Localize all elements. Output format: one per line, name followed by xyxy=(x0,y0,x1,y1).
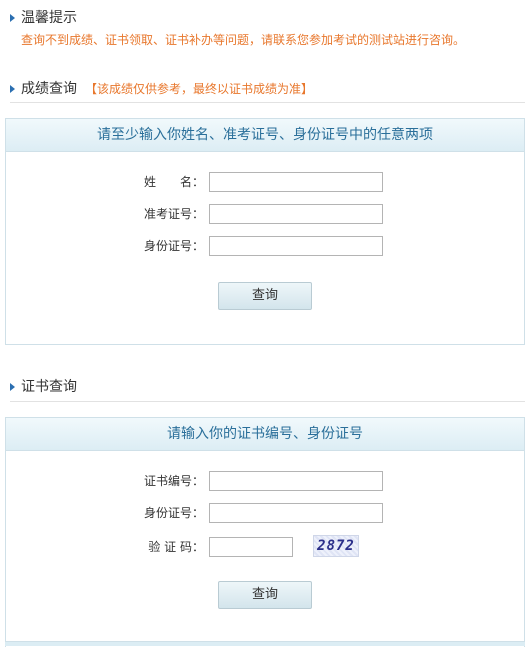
captcha-input[interactable] xyxy=(209,537,293,557)
cert-query-panel-header: 请输入你的证书编号、身份证号 xyxy=(6,418,524,451)
exam-number-input[interactable] xyxy=(209,204,383,224)
score-query-title: 成绩查询 【该成绩仅供参考，最终以证书成绩为准】 xyxy=(10,80,313,98)
name-input[interactable] xyxy=(209,172,383,192)
id-number-input[interactable] xyxy=(209,236,383,256)
name-label: 姓 名： xyxy=(144,175,205,189)
cert-query-title: 证书查询 xyxy=(10,378,77,396)
score-query-title-text: 成绩查询 xyxy=(21,81,77,97)
score-query-note: 【该成绩仅供参考，最终以证书成绩为准】 xyxy=(85,82,314,96)
score-query-panel-header: 请至少输入你姓名、准考证号、身份证号中的任意两项 xyxy=(6,119,524,152)
divider xyxy=(10,102,525,103)
panel-bottom-bar xyxy=(5,641,525,646)
tips-title-text: 温馨提示 xyxy=(21,10,77,26)
cert-query-button[interactable]: 查询 xyxy=(218,581,312,609)
cert-query-title-text: 证书查询 xyxy=(21,379,77,395)
cert-number-input[interactable] xyxy=(209,471,383,491)
captcha-image[interactable]: 2872 xyxy=(313,535,359,557)
tips-text: 查询不到成绩、证书领取、证书补办等问题，请联系您参加考试的测试站进行咨询。 xyxy=(21,33,466,47)
triangle-bullet-icon xyxy=(10,383,15,391)
score-query-panel: 请至少输入你姓名、准考证号、身份证号中的任意两项 xyxy=(5,118,525,345)
score-query-button[interactable]: 查询 xyxy=(218,282,312,310)
cert-id-number-label: 身份证号： xyxy=(144,506,205,520)
cert-number-label: 证书编号： xyxy=(144,474,205,488)
tips-title: 温馨提示 xyxy=(10,9,77,27)
triangle-bullet-icon xyxy=(10,14,15,22)
exam-number-label: 准考证号： xyxy=(144,207,205,221)
divider xyxy=(10,401,525,402)
id-number-label: 身份证号： xyxy=(144,239,205,253)
cert-query-panel: 请输入你的证书编号、身份证号 xyxy=(5,417,525,647)
triangle-bullet-icon xyxy=(10,85,15,93)
captcha-label: 验 证 码： xyxy=(148,540,204,554)
cert-id-number-input[interactable] xyxy=(209,503,383,523)
